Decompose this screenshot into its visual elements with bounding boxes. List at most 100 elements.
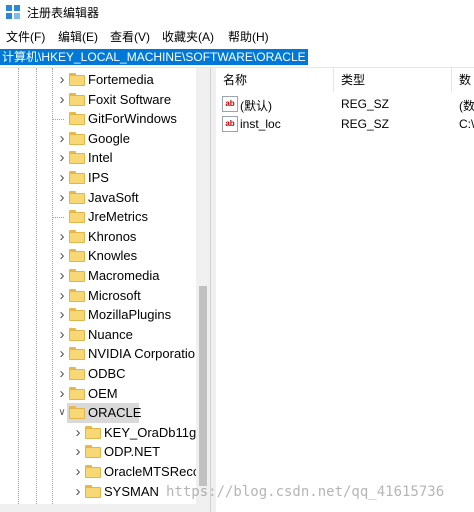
folder-icon	[85, 484, 101, 498]
folder-icon	[85, 425, 101, 439]
tree-node-label: Knowles	[88, 248, 138, 264]
tree-node-label: ODBC	[88, 366, 126, 381]
chevron-right-icon[interactable]: ›	[56, 227, 68, 247]
string-value-icon: ab	[222, 96, 238, 112]
watermark-text: https://blog.csdn.net/qq_41615736	[166, 484, 445, 500]
address-bar[interactable]: 计算机\HKEY_LOCAL_MACHINE\SOFTWARE\ORACLE	[0, 46, 474, 68]
tree-node[interactable]: › ODBC	[0, 364, 196, 384]
tree-node[interactable]: › Knowles	[0, 246, 196, 266]
tree-node-label: JreMetrics	[88, 209, 148, 225]
tree-node[interactable]: › Khronos	[0, 227, 196, 247]
folder-icon	[69, 288, 85, 302]
folder-icon	[69, 347, 85, 361]
tree-node[interactable]: › KEY_OraDb11g_	[0, 423, 204, 443]
value-data: C:\	[459, 117, 474, 131]
tree-node[interactable]: › Macromedia	[0, 266, 196, 286]
chevron-right-icon[interactable]: ›	[56, 70, 68, 90]
tree-horizontal-scrollbar[interactable]	[0, 504, 196, 512]
value-row[interactable]: ab inst_loc REG_SZ C:\	[216, 114, 474, 134]
tree-node[interactable]: › Fortemedia	[0, 70, 196, 90]
folder-icon	[69, 386, 85, 400]
chevron-right-icon[interactable]: ›	[56, 246, 68, 266]
chevron-right-icon[interactable]: ›	[56, 344, 68, 364]
value-name: (默认)	[240, 99, 272, 113]
folder-icon	[69, 229, 85, 243]
chevron-right-icon[interactable]: ›	[72, 442, 84, 462]
folder-icon	[69, 210, 85, 224]
tree-vertical-scrollbar[interactable]	[196, 68, 210, 512]
folder-icon	[69, 151, 85, 165]
chevron-right-icon[interactable]: ›	[56, 325, 68, 345]
column-header-data[interactable]: 数	[452, 68, 474, 92]
tree-node-label: Google	[88, 130, 130, 146]
chevron-right-icon[interactable]: ›	[72, 482, 84, 502]
tree-node-label: Microsoft	[88, 287, 141, 303]
tree-node[interactable]: › Google	[0, 129, 196, 149]
tree-node[interactable]: › ODP.NET	[0, 442, 196, 462]
tree-node[interactable]: › IPS	[0, 168, 196, 188]
chevron-right-icon[interactable]: ›	[72, 462, 84, 482]
menu-file[interactable]: 文件(F)	[6, 28, 45, 45]
title-bar: 注册表编辑器	[0, 0, 474, 24]
chevron-down-icon[interactable]: ∨	[56, 403, 68, 423]
address-path[interactable]: 计算机\HKEY_LOCAL_MACHINE\SOFTWARE\ORACLE	[0, 49, 308, 65]
chevron-right-icon[interactable]: ›	[56, 384, 68, 404]
tree-node[interactable]: › Foxit Software	[0, 90, 196, 110]
tree-node-label: JavaSoft	[88, 189, 139, 205]
tree-node[interactable]: › OracleMTSRecc	[0, 462, 200, 482]
folder-icon	[85, 465, 101, 478]
tree-node[interactable]: › Nuance	[0, 325, 196, 345]
chevron-right-icon[interactable]: ›	[56, 90, 68, 110]
tree-node[interactable]: › MozillaPlugins	[0, 305, 196, 325]
folder-icon	[69, 73, 85, 86]
folder-icon	[69, 171, 85, 184]
folder-icon	[69, 269, 85, 282]
tree-node-label: Macromedia	[88, 268, 160, 283]
menu-help[interactable]: 帮助(H)	[228, 28, 269, 45]
tree-node[interactable]: › OEM	[0, 384, 196, 404]
tree-node[interactable]: › NVIDIA Corporatio	[0, 344, 196, 364]
folder-open-icon	[69, 406, 85, 420]
menu-favorites[interactable]: 收藏夹(A)	[162, 28, 214, 45]
tree-node-label: ODP.NET	[104, 444, 161, 460]
tree-node[interactable]: › JavaSoft	[0, 188, 196, 208]
chevron-right-icon[interactable]: ›	[56, 266, 68, 286]
tree-node[interactable]: › Microsoft	[0, 286, 196, 306]
chevron-right-icon[interactable]: ›	[56, 168, 68, 188]
chevron-right-icon[interactable]: ›	[56, 188, 68, 208]
chevron-right-icon[interactable]: ›	[56, 129, 68, 149]
tree-node-label: SYSMAN	[104, 483, 159, 499]
column-header-type[interactable]: 类型	[334, 68, 452, 92]
column-header-name[interactable]: 名称	[216, 68, 334, 92]
tree-node-label: NVIDIA Corporatio	[88, 346, 195, 362]
chevron-right-icon[interactable]: ›	[56, 364, 68, 384]
tree-node[interactable]: GitForWindows	[0, 109, 196, 129]
tree-node-label: Fortemedia	[88, 72, 154, 87]
folder-icon	[69, 92, 85, 106]
tree-node-label: Intel	[88, 150, 113, 166]
chevron-right-icon[interactable]: ›	[56, 286, 68, 306]
tree-node[interactable]: › Intel	[0, 148, 196, 168]
tree-guide-line	[52, 217, 64, 219]
tree-node[interactable]: JreMetrics	[0, 207, 196, 227]
tree-node-label: OEM	[88, 385, 118, 401]
registry-tree[interactable]: › Fortemedia › Foxit Software GitForWindows ›…	[0, 68, 210, 512]
menu-edit[interactable]: 编辑(E)	[58, 28, 98, 45]
value-data: (数	[459, 99, 474, 113]
chevron-right-icon[interactable]: ›	[56, 148, 68, 168]
folder-icon	[69, 308, 85, 322]
menu-bar: 文件(F) 编辑(E) 查看(V) 收藏夹(A) 帮助(H)	[0, 25, 474, 45]
chevron-right-icon[interactable]: ›	[56, 305, 68, 325]
chevron-right-icon[interactable]: ›	[72, 423, 84, 443]
folder-icon	[69, 112, 85, 126]
value-type: REG_SZ	[341, 117, 390, 131]
tree-scroll-thumb[interactable]	[199, 286, 207, 486]
value-row[interactable]: ab (默认) REG_SZ (数	[216, 94, 474, 114]
regedit-icon	[6, 5, 20, 19]
values-list[interactable]: 名称 类型 数 ab (默认) REG_SZ (数 ab inst_loc RE…	[216, 68, 474, 512]
value-type: REG_SZ	[341, 97, 390, 111]
tree-node[interactable]: ∨ ORACLE	[0, 403, 196, 424]
tree-node-label: GitForWindows	[88, 111, 177, 127]
menu-view[interactable]: 查看(V)	[110, 28, 150, 45]
tree-node-label: ORACLE	[88, 405, 142, 421]
